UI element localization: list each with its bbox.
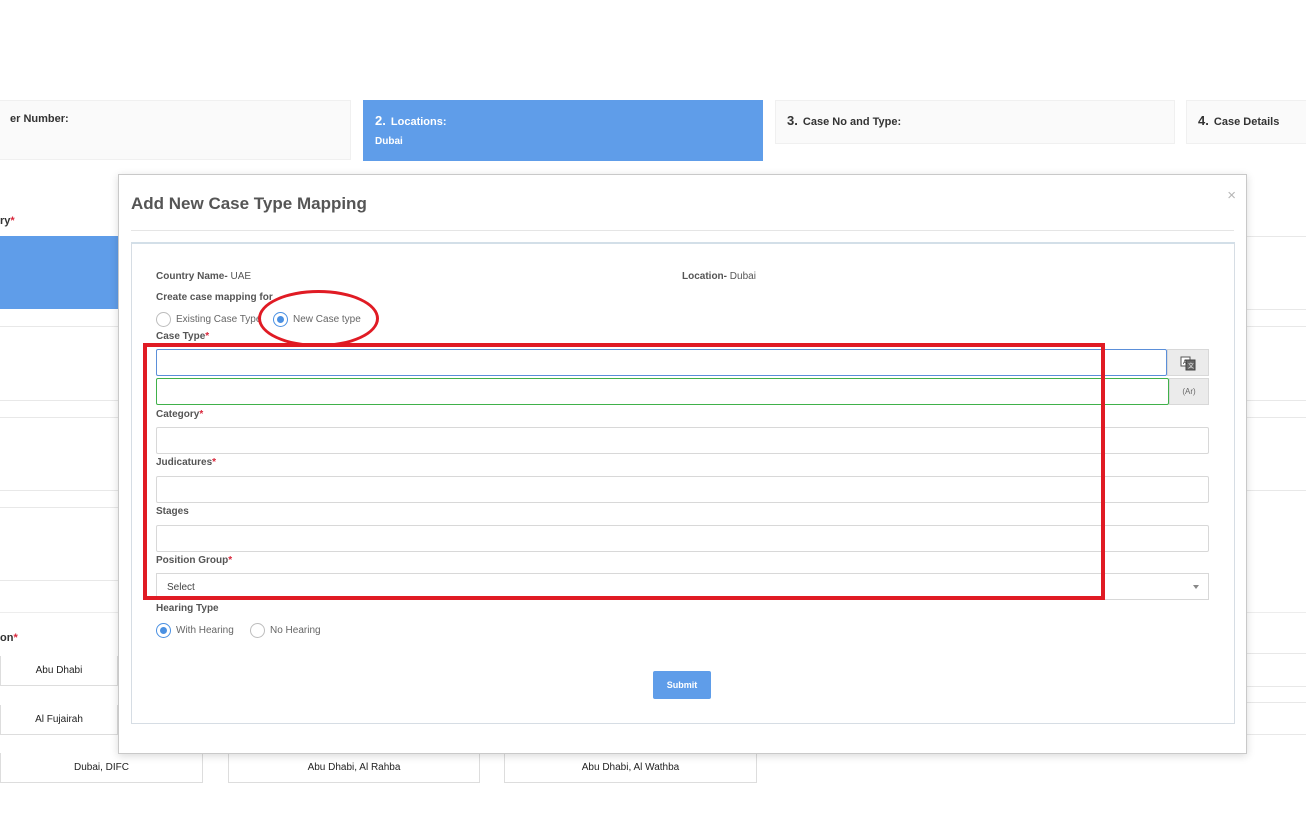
bg-divider (1247, 417, 1306, 418)
location-chip-abu-dhabi[interactable]: Abu Dhabi (0, 656, 118, 686)
bg-divider (1247, 686, 1306, 687)
step-1-label: er Number: (10, 113, 69, 125)
location-chip-label: Abu Dhabi, Al Wathba (581, 762, 680, 773)
location-chip-label: Dubai, DIFC (73, 762, 129, 773)
step-2-number: 2. (375, 113, 386, 128)
step-3-case-no[interactable]: 3. Case No and Type: (775, 100, 1175, 144)
arabic-addon: (Ar) (1169, 378, 1209, 405)
bg-divider (1247, 490, 1306, 491)
location-chip-abu-dhabi-al-wathba[interactable]: Abu Dhabi, Al Wathba (504, 753, 757, 783)
bg-divider (0, 490, 120, 491)
bg-divider (0, 580, 120, 581)
step-3-label: Case No and Type: (802, 116, 902, 128)
location-chip-label: Al Fujairah (35, 714, 83, 725)
chevron-down-icon (1193, 585, 1199, 589)
location-chip-abu-dhabi-al-rahba[interactable]: Abu Dhabi, Al Rahba (228, 753, 480, 783)
bg-divider (1247, 326, 1306, 327)
bg-category-label: ry* (0, 215, 15, 227)
step-3-number: 3. (787, 113, 798, 128)
bg-divider (1247, 236, 1306, 237)
submit-button[interactable]: Submit (653, 671, 711, 699)
location-chip-label: Abu Dhabi, Al Rahba (307, 762, 401, 773)
location-chip-dubai-difc[interactable]: Dubai, DIFC (0, 753, 203, 783)
mapping-type-label: Create case mapping for (156, 292, 273, 303)
bg-location-label: on* (0, 632, 18, 644)
bg-divider (1247, 702, 1306, 703)
close-icon[interactable]: × (1227, 187, 1236, 204)
bg-divider (1247, 309, 1306, 310)
radio-existing-case-type[interactable]: Existing Case Type (156, 312, 261, 327)
country-name: Country Name- UAE (156, 271, 252, 282)
step-2-sub: Dubai (375, 136, 403, 147)
bg-divider (0, 400, 120, 401)
annotation-ellipse (258, 290, 379, 347)
radio-checked-icon (156, 623, 171, 638)
radio-existing-label: Existing Case Type (176, 314, 262, 325)
step-1[interactable]: er Number: (0, 100, 351, 160)
bg-divider (1247, 653, 1306, 654)
bg-divider (0, 507, 120, 508)
translate-icon: A 文 (1180, 356, 1196, 370)
radio-no-hearing-label: No Hearing (270, 625, 321, 636)
bg-divider (0, 417, 120, 418)
step-2-locations[interactable]: 2. Locations: Dubai (363, 100, 763, 161)
step-4-number: 4. (1198, 113, 1209, 128)
radio-unchecked-icon (250, 623, 265, 638)
step-4-label: Case Details (1213, 116, 1280, 128)
radio-with-hearing[interactable]: With Hearing (156, 623, 234, 638)
bg-selected-card (0, 236, 120, 309)
case-type-label: Case Type* (156, 331, 210, 342)
hearing-type-label: Hearing Type (156, 603, 219, 614)
modal-title: Add New Case Type Mapping (131, 194, 367, 213)
radio-unchecked-icon (156, 312, 171, 327)
radio-no-hearing[interactable]: No Hearing (250, 623, 321, 638)
translate-button[interactable]: A 文 (1167, 349, 1209, 376)
bg-divider (1247, 734, 1306, 735)
bg-divider (1247, 400, 1306, 401)
step-4-case-details[interactable]: 4. Case Details (1186, 100, 1306, 144)
location-chip-al-fujairah[interactable]: Al Fujairah (0, 705, 118, 735)
location-name: Location- Dubai (682, 271, 756, 282)
bg-divider (0, 326, 120, 327)
svg-text:文: 文 (1188, 362, 1194, 370)
step-2-label: Locations: (390, 116, 447, 128)
location-chip-label: Abu Dhabi (35, 665, 83, 676)
radio-with-hearing-label: With Hearing (176, 625, 234, 636)
modal-divider (131, 230, 1234, 231)
annotation-rectangle (143, 343, 1105, 600)
